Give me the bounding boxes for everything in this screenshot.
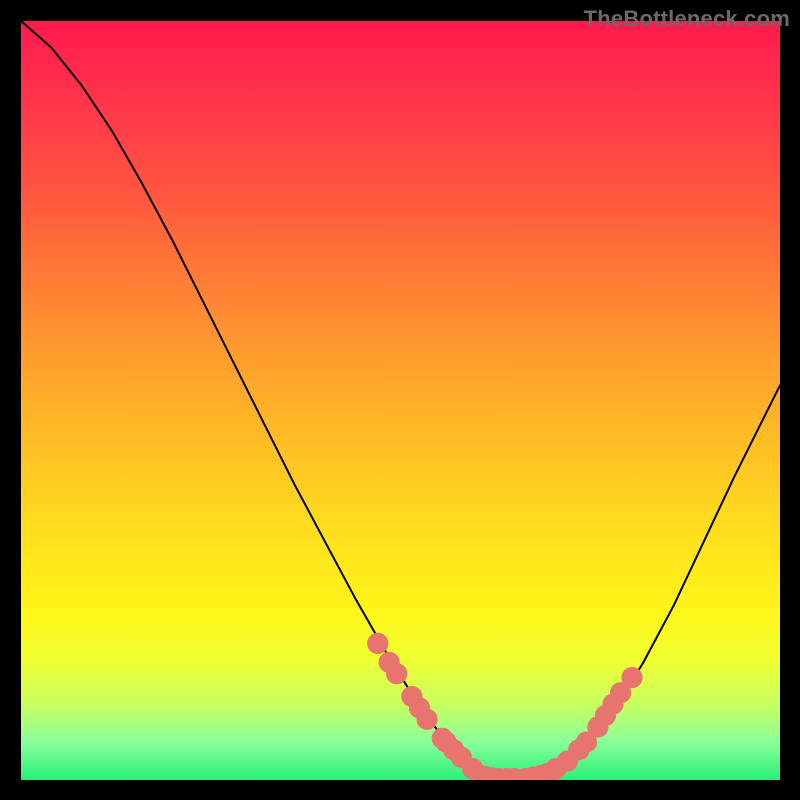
marker-dot [416,709,437,730]
marker-dot [367,633,388,654]
watermark-text: TheBottleneck.com [584,6,790,32]
marker-dot [386,663,407,684]
chart-svg [21,21,780,780]
chart-frame: TheBottleneck.com [0,0,800,800]
marker-dot [621,667,642,688]
plot-area [21,21,780,780]
